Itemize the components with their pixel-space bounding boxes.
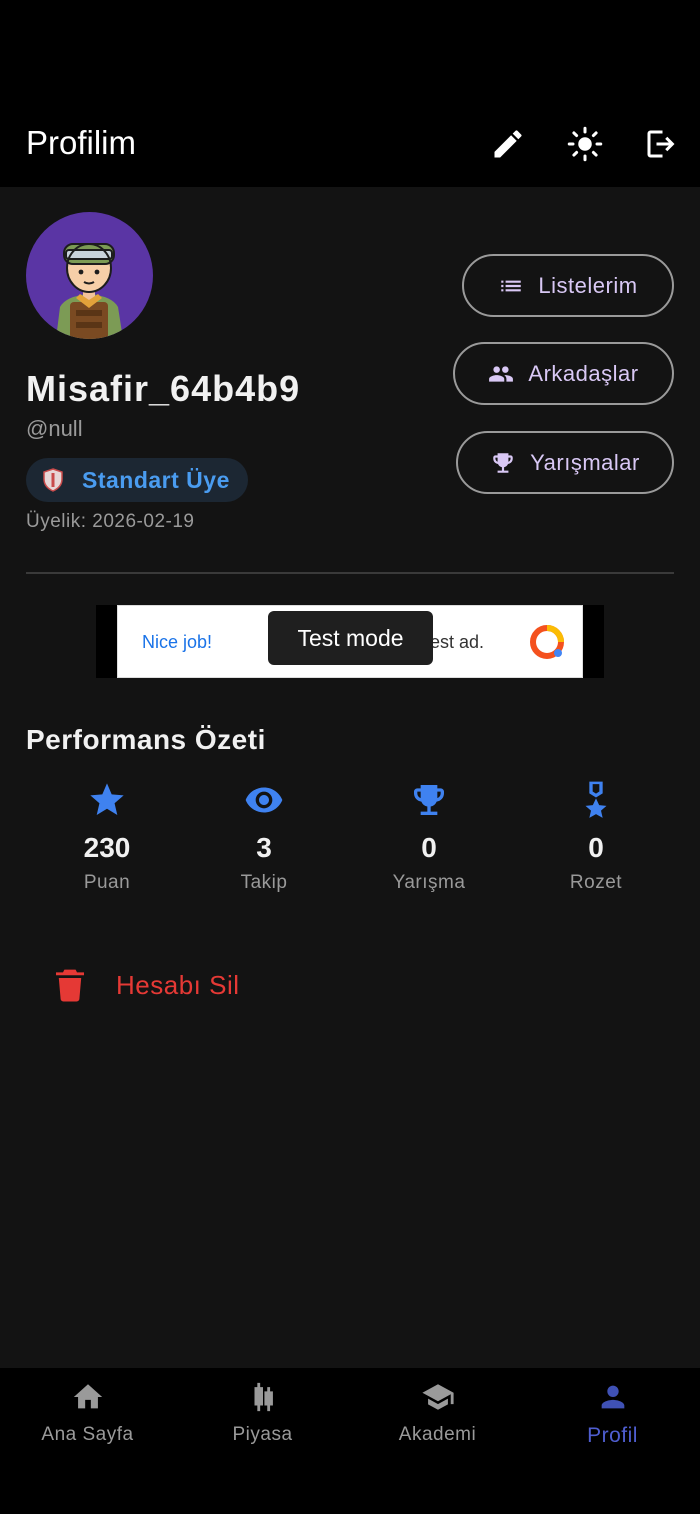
list-icon xyxy=(501,280,522,291)
competitions-button-label: Yarışmalar xyxy=(530,449,640,475)
lists-button[interactable]: Listelerim xyxy=(462,254,674,317)
stat-label: Takip xyxy=(240,872,288,893)
trophy-icon xyxy=(414,785,444,815)
edit-icon[interactable] xyxy=(486,122,530,166)
user-handle: @null xyxy=(26,416,83,441)
nav-label: Profil xyxy=(587,1424,638,1447)
delete-account-label: Hesabı Sil xyxy=(116,969,240,1000)
stat-label: Yarışma xyxy=(392,872,466,893)
membership-label: Standart Üye xyxy=(82,466,230,493)
username: Misafir_64b4b9 xyxy=(26,368,301,409)
star-icon xyxy=(90,783,124,815)
nav-item-market[interactable]: Piyasa xyxy=(175,1380,350,1446)
nav-item-home[interactable]: Ana Sayfa xyxy=(0,1380,175,1446)
stat-label: Puan xyxy=(83,872,131,893)
nav-label: Akademi xyxy=(398,1424,477,1445)
people-icon xyxy=(489,365,514,382)
stat-value: 3 xyxy=(256,832,272,863)
test-mode-toast: Test mode xyxy=(268,611,433,665)
app-bar: Profilim xyxy=(0,100,700,187)
status-bar xyxy=(0,0,700,100)
competitions-button[interactable]: Yarışmalar xyxy=(456,431,674,494)
trophy-icon xyxy=(493,452,513,473)
divider xyxy=(26,572,674,574)
page-title: Profilim xyxy=(26,124,137,161)
avatar[interactable] xyxy=(26,212,153,339)
ad-logo-icon xyxy=(530,625,564,659)
ad-right-text: est ad. xyxy=(430,632,485,652)
nav-label: Piyasa xyxy=(232,1424,293,1445)
member-since: Üyelik: 2026-02-19 xyxy=(26,511,195,532)
logout-icon[interactable] xyxy=(639,122,683,166)
school-icon xyxy=(421,1384,454,1410)
friends-button[interactable]: Arkadaşlar xyxy=(453,342,674,405)
nav-item-academy[interactable]: Akademi xyxy=(350,1380,525,1446)
stat-badges: 0 Rozet xyxy=(526,780,666,894)
soldier-avatar-icon xyxy=(56,243,123,339)
stat-value: 230 xyxy=(83,832,131,863)
friends-button-label: Arkadaşlar xyxy=(528,360,639,386)
stat-competitions: 0 Yarışma xyxy=(359,780,499,894)
candlestick-icon xyxy=(254,1382,273,1412)
performance-title: Performans Özeti xyxy=(26,724,266,755)
stat-value: 0 xyxy=(421,832,437,863)
delete-account-button[interactable]: Hesabı Sil xyxy=(56,968,240,1002)
nav-item-profile[interactable]: Profil xyxy=(525,1380,700,1448)
person-icon xyxy=(601,1385,624,1409)
eye-icon xyxy=(245,787,283,813)
stat-value: 0 xyxy=(588,832,604,863)
ad-left-text: Nice job! xyxy=(142,632,213,652)
home-icon xyxy=(73,1384,102,1409)
membership-badge: Standart Üye xyxy=(26,458,248,502)
stat-following: 3 Takip xyxy=(194,780,334,894)
stat-label: Rozet xyxy=(569,872,623,893)
bottom-nav: Ana Sayfa Piyasa Akademi Profil xyxy=(0,1368,700,1514)
shield-icon xyxy=(43,468,63,492)
lists-button-label: Listelerim xyxy=(538,272,638,298)
trash-icon xyxy=(56,969,84,1002)
medal-icon xyxy=(585,781,607,818)
brightness-icon[interactable] xyxy=(563,122,607,166)
stat-points: 230 Puan xyxy=(37,780,177,894)
nav-label: Ana Sayfa xyxy=(41,1424,134,1445)
